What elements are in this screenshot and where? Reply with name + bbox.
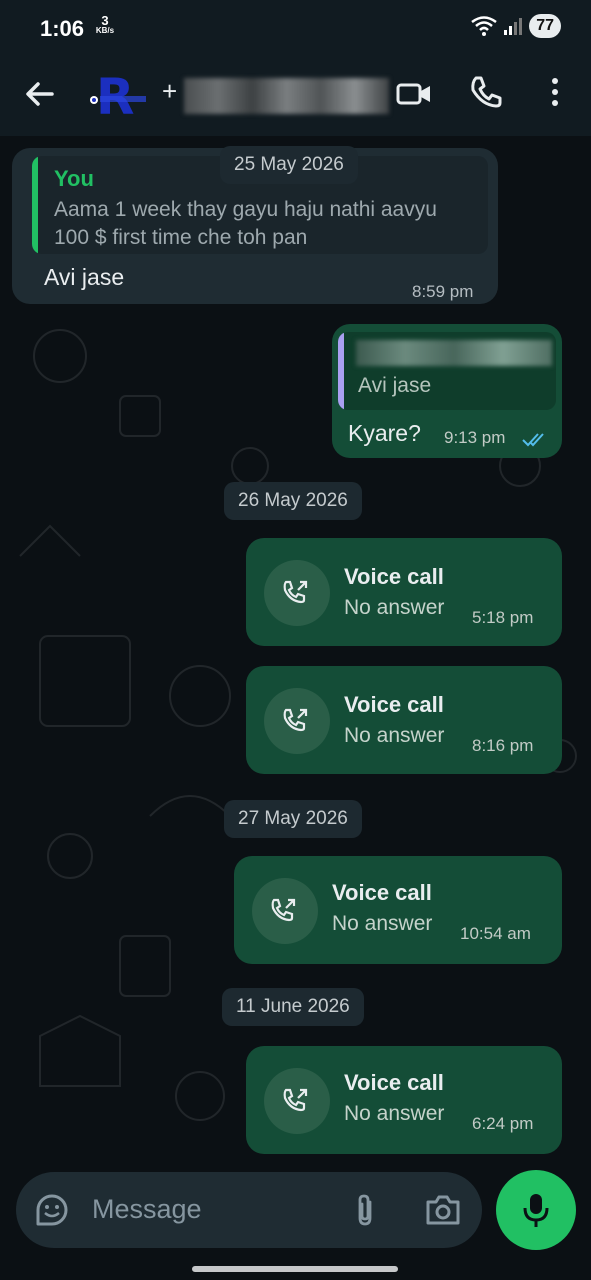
- video-call-icon[interactable]: [396, 76, 432, 112]
- call-time: 10:54 am: [460, 924, 531, 943]
- message-input[interactable]: Message: [16, 1172, 482, 1248]
- read-receipt-icon: [522, 433, 544, 447]
- contact-name[interactable]: +: [162, 76, 402, 116]
- voice-record-button[interactable]: [496, 1170, 576, 1250]
- call-title: Voice call: [332, 880, 432, 905]
- quote-accent-bar: [338, 332, 344, 410]
- call-title: Voice call: [344, 1070, 444, 1095]
- home-indicator: [192, 1266, 398, 1272]
- back-arrow-icon[interactable]: [20, 74, 60, 114]
- missed-call-icon: [264, 560, 330, 626]
- call-status: No answer: [332, 912, 433, 935]
- redacted-contact-number: [184, 78, 389, 114]
- quote-accent-bar: [32, 156, 38, 254]
- status-time: 1:06: [40, 16, 85, 41]
- chat-header: R +: [0, 56, 591, 136]
- more-vert-icon[interactable]: [540, 72, 570, 112]
- date-separator: 11 June 2026: [222, 988, 364, 1026]
- camera-icon[interactable]: [424, 1192, 462, 1228]
- missed-call-icon: [264, 688, 330, 754]
- microphone-icon: [523, 1194, 549, 1227]
- outgoing-message-bubble[interactable]: Avi jase Kyare? 9:13 pm: [332, 324, 562, 458]
- contact-prefix: +: [162, 76, 178, 106]
- phone-icon[interactable]: [466, 72, 506, 112]
- status-bar: 1:06 3 KB/s 77: [0, 0, 591, 56]
- composer-bar: Message: [0, 1170, 591, 1280]
- signal-icon: [504, 18, 523, 35]
- wifi-icon: [471, 16, 497, 36]
- sticker-icon[interactable]: [34, 1192, 70, 1228]
- message-list[interactable]: You Aama 1 week thay gayu haju nathi aav…: [0, 136, 591, 1170]
- contact-avatar[interactable]: R: [84, 66, 146, 124]
- call-title: Voice call: [344, 692, 444, 717]
- message-placeholder: Message: [92, 1194, 202, 1224]
- missed-call-icon: [252, 878, 318, 944]
- voice-call-bubble[interactable]: Voice call No answer 5:18 pm: [246, 538, 562, 646]
- date-separator: 27 May 2026: [224, 800, 362, 838]
- status-icons: 77: [471, 14, 561, 38]
- date-separator: 25 May 2026: [220, 146, 358, 184]
- message-time: 8:59 pm: [412, 282, 474, 301]
- missed-call-icon: [264, 1068, 330, 1134]
- voice-call-bubble[interactable]: Voice call No answer 10:54 am: [234, 856, 562, 964]
- date-separator: 26 May 2026: [224, 482, 362, 520]
- quote-text-line2: 100 $ first time che toh pan: [54, 226, 308, 249]
- quoted-message[interactable]: Avi jase: [338, 332, 556, 410]
- quote-author: You: [54, 166, 94, 191]
- call-time: 6:24 pm: [472, 1114, 534, 1133]
- message-time: 9:13 pm: [444, 428, 506, 447]
- message-text: Kyare?: [348, 420, 421, 446]
- voice-call-bubble[interactable]: Voice call No answer 8:16 pm: [246, 666, 562, 774]
- call-status: No answer: [344, 724, 445, 747]
- attach-icon[interactable]: [350, 1192, 380, 1228]
- network-speed: 3 KB/s: [90, 14, 120, 35]
- call-time: 8:16 pm: [472, 736, 534, 755]
- redacted-quote-author: [356, 340, 552, 366]
- network-speed-unit: KB/s: [95, 26, 115, 35]
- call-status: No answer: [344, 1102, 445, 1125]
- battery-indicator: 77: [529, 14, 561, 38]
- call-time: 5:18 pm: [472, 608, 534, 627]
- call-status: No answer: [344, 596, 445, 619]
- quote-text: Avi jase: [358, 374, 432, 397]
- quote-text-line1: Aama 1 week thay gayu haju nathi aavyu: [54, 198, 437, 221]
- message-text: Avi jase: [44, 264, 125, 290]
- call-title: Voice call: [344, 564, 444, 589]
- voice-call-bubble[interactable]: Voice call No answer 6:24 pm: [246, 1046, 562, 1154]
